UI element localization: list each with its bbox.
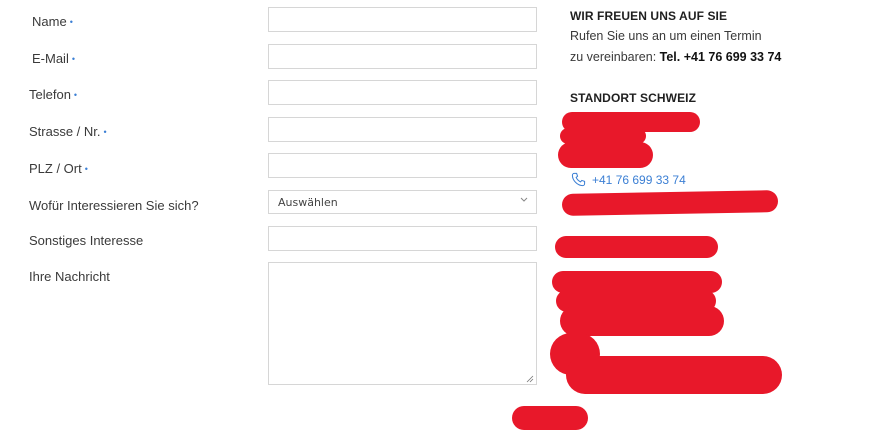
required-marker: • <box>84 164 88 174</box>
phone-link[interactable]: +41 76 699 33 74 <box>571 172 686 187</box>
message-textarea[interactable] <box>268 262 537 385</box>
select-value: Auswählen <box>278 196 338 209</box>
contact-line-2: zu vereinbaren: Tel. +41 76 699 33 74 <box>570 50 782 64</box>
street-label: Strasse / Nr. • <box>29 124 107 139</box>
phone-label: Telefon • <box>29 87 78 102</box>
redaction-mark <box>558 142 653 168</box>
other-interest-label: Sonstiges Interesse <box>29 233 144 248</box>
street-input[interactable] <box>268 117 537 142</box>
redaction-mark <box>561 190 779 216</box>
name-input[interactable] <box>268 7 537 32</box>
contact-line-1: Rufen Sie uns an um einen Termin <box>570 29 762 43</box>
phone-input[interactable] <box>268 80 537 105</box>
message-label: Ihre Nachricht <box>29 269 110 284</box>
interest-label: Wofür Interessieren Sie sich? <box>29 198 199 213</box>
zip-city-label: PLZ / Ort • <box>29 161 88 176</box>
other-interest-input[interactable] <box>268 226 537 251</box>
required-marker: • <box>69 17 73 27</box>
zip-city-input[interactable] <box>268 153 537 178</box>
redaction-mark <box>560 306 724 336</box>
phone-link-text: +41 76 699 33 74 <box>592 172 686 187</box>
phone-icon <box>571 172 586 187</box>
required-marker: • <box>103 127 107 137</box>
redacted-text-fragment <box>651 151 675 165</box>
interest-select[interactable]: Auswählen <box>268 190 537 214</box>
name-label: Name • <box>32 14 73 29</box>
email-input[interactable] <box>268 44 537 69</box>
chevron-down-icon <box>520 197 528 202</box>
contact-phone-bold: Tel. +41 76 699 33 74 <box>659 50 782 64</box>
location-heading: STANDORT SCHWEIZ <box>570 91 697 105</box>
required-marker: • <box>73 90 78 100</box>
contact-heading: WIR FREUEN UNS AUF SIE <box>570 9 728 23</box>
redaction-mark <box>512 406 588 430</box>
email-label: E-Mail • <box>32 51 75 66</box>
resize-handle-icon[interactable] <box>526 375 534 383</box>
required-marker: • <box>71 54 75 64</box>
redaction-mark <box>566 356 782 394</box>
redaction-mark <box>555 236 718 258</box>
